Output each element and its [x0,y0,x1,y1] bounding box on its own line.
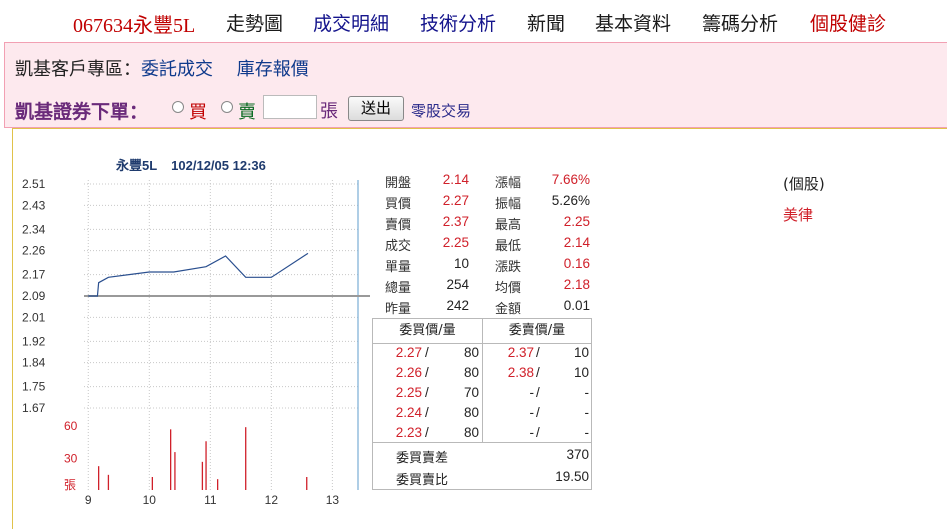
quote-label: 開盤 [385,176,412,191]
bid-price: 2.24 [395,405,422,420]
quote-value: 2.25 [563,214,590,229]
quote-value: 7.66% [551,172,590,187]
separator: / [425,365,429,380]
quote-value: 2.27 [442,193,469,208]
ask-quantity: 10 [573,365,589,380]
quote-value: 2.37 [442,214,469,229]
orderbook-rule [373,343,591,344]
ask-quantity: - [584,425,590,440]
bid-ask-diff-value: 370 [566,447,589,462]
quote-value: 2.25 [442,235,469,250]
quote-label: 昨量 [385,302,412,317]
y-tick-label: 2.01 [22,310,46,324]
volume-tick-label: 60 [64,419,78,433]
bid-ask-diff-label: 委買賣差 [396,451,449,466]
volume-tick-label: 30 [64,452,78,466]
ask-price: 2.37 [507,345,534,360]
separator: / [536,385,540,400]
separator: / [536,365,540,380]
bid-quantity: 80 [463,405,479,420]
quote-value: 242 [446,298,469,313]
y-tick-label: 2.51 [22,177,46,191]
y-tick-label: 2.09 [22,289,46,303]
quote-value: 0.01 [563,298,590,313]
quote-label: 最低 [495,239,522,254]
ask-quantity: - [584,385,590,400]
quote-label: 成交 [385,239,412,254]
quote-label: 漲跌 [495,260,522,275]
orderbook-rule [373,442,591,443]
x-tick-label: 12 [265,493,279,507]
y-tick-label: 1.84 [22,356,46,370]
ask-price: - [529,405,535,420]
quote-value: 5.26% [551,193,590,208]
bid-price: 2.26 [395,365,422,380]
separator: / [425,345,429,360]
bid-price: 2.27 [395,345,422,360]
volume-tick-label: 張 [64,478,76,492]
bid-price: 2.23 [395,425,422,440]
sell-header: 委賣價/量 [508,323,566,338]
related-stock-link[interactable]: 美律 [783,204,813,225]
separator: / [536,425,540,440]
x-tick-label: 11 [204,493,217,507]
bid-price: 2.25 [395,385,422,400]
separator: / [536,345,540,360]
bid-quantity: 80 [463,425,479,440]
bid-quantity: 80 [463,345,479,360]
quote-label: 均價 [495,281,522,296]
separator: / [425,425,429,440]
quote-value: 2.18 [563,277,590,292]
quote-label: 買價 [385,197,412,212]
x-tick-label: 10 [143,493,157,507]
quote-value: 10 [453,256,469,271]
bid-ask-ratio-label: 委買賣比 [396,473,449,488]
quote-label: 單量 [385,260,412,275]
bid-quantity: 70 [463,385,479,400]
quote-value: 2.14 [442,172,469,187]
bid-quantity: 80 [463,365,479,380]
quote-label: 漲幅 [495,176,522,191]
y-tick-label: 2.26 [22,244,46,258]
y-tick-label: 1.75 [22,380,46,394]
quote-value: 0.16 [563,256,590,271]
quote-label: 總量 [385,281,412,296]
bid-ask-ratio-value: 19.50 [555,469,589,484]
x-tick-label: 13 [326,493,340,507]
separator: / [425,405,429,420]
quote-value: 254 [446,277,469,292]
separator: / [425,385,429,400]
ask-price: - [529,425,535,440]
quote-label: 最高 [495,218,522,233]
y-tick-label: 2.34 [22,222,46,236]
ask-quantity: - [584,405,590,420]
order-book: 委買價/量 委賣價/量 2.27/80 2.37/10 2.26/80 2.38/10… [372,318,592,490]
ask-price: 2.38 [507,365,534,380]
ask-price: - [529,385,535,400]
quote-value: 2.14 [563,235,590,250]
quote-label: 金額 [495,302,522,317]
y-tick-label: 1.67 [22,401,46,415]
y-tick-label: 1.92 [22,334,46,348]
separator: / [536,405,540,420]
quote-label: 振幅 [495,197,522,212]
quote-label: 賣價 [385,218,412,233]
buy-header: 委買價/量 [399,323,456,338]
y-tick-label: 2.17 [22,268,46,282]
y-tick-label: 2.43 [22,198,46,212]
ask-quantity: 10 [573,345,589,360]
orderbook-divider [482,319,483,442]
category-label: (個股) [783,175,825,193]
x-tick-label: 9 [85,493,92,507]
